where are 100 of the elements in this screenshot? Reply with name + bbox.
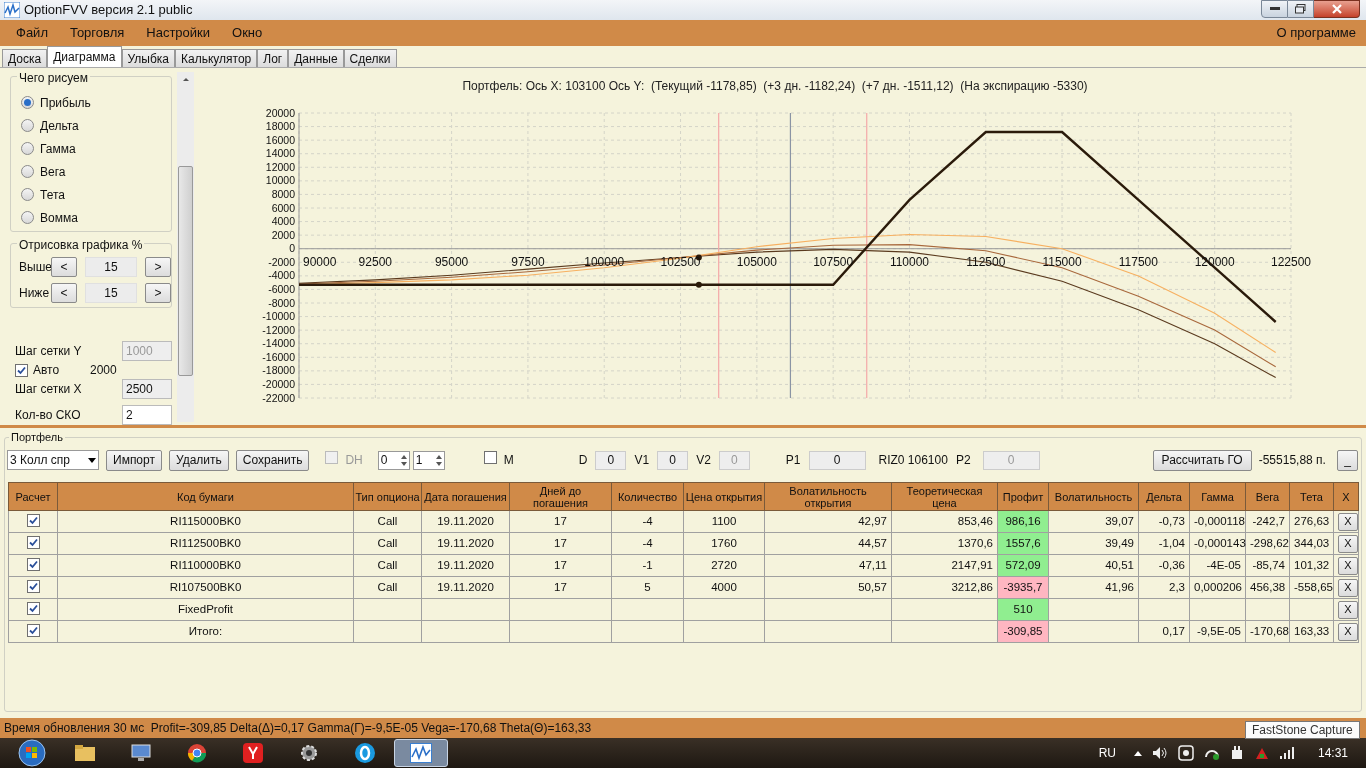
- decrease-button[interactable]: <: [51, 256, 77, 277]
- x-tick-label: 122500: [1271, 254, 1311, 269]
- remove-row-button[interactable]: X: [1338, 512, 1358, 531]
- radio-button[interactable]: [21, 188, 34, 201]
- tray-arrow-icon[interactable]: [1133, 750, 1142, 756]
- x-tick-label: 97500: [511, 254, 545, 269]
- start-button-icon[interactable]: [18, 739, 46, 767]
- x-tick-label: 115000: [1042, 254, 1082, 269]
- toolbar-button[interactable]: Сохранить: [235, 449, 310, 471]
- group-title: Портфель: [9, 429, 65, 446]
- spinner-field[interactable]: 0: [377, 450, 410, 470]
- table-cell: 41,96: [1105, 580, 1134, 593]
- tab[interactable]: Лог: [257, 49, 289, 67]
- calculate-button[interactable]: Рассчитать ГО: [1152, 449, 1252, 471]
- menu-item[interactable]: Торговля: [61, 23, 133, 43]
- remove-row-button[interactable]: X: [1338, 578, 1358, 597]
- app-logo-icon[interactable]: [410, 743, 432, 763]
- remove-row-button[interactable]: X: [1338, 556, 1358, 575]
- table-cell: 2,3: [1169, 580, 1185, 593]
- input-field[interactable]: 0: [808, 450, 866, 470]
- row-checkbox[interactable]: [26, 579, 40, 593]
- remove-row-button[interactable]: X: [1338, 534, 1358, 553]
- tab[interactable]: Сделки: [343, 49, 397, 67]
- row-checkbox[interactable]: [26, 601, 40, 615]
- close-button[interactable]: [1314, 0, 1360, 18]
- input-field[interactable]: 0: [595, 450, 627, 470]
- x-tick-label: 105000: [736, 254, 777, 269]
- input-field[interactable]: 2: [122, 405, 172, 425]
- decrease-button[interactable]: <: [51, 282, 77, 303]
- table-cell: 276,63: [1294, 514, 1330, 527]
- monitor-icon[interactable]: [131, 743, 151, 763]
- column-header[interactable]: Волатильность открытия: [766, 484, 890, 509]
- spinner-field[interactable]: 1: [412, 450, 445, 470]
- radio-button[interactable]: [21, 119, 34, 132]
- table-cell: Call: [377, 558, 398, 571]
- tab[interactable]: Улыбка: [121, 49, 176, 67]
- gear-icon[interactable]: [300, 744, 318, 762]
- maximize-button[interactable]: [1288, 0, 1314, 18]
- increase-button[interactable]: >: [145, 256, 171, 277]
- ring-app-icon[interactable]: [354, 742, 376, 764]
- minimize-icon: [1269, 7, 1280, 11]
- toolbar-button[interactable]: Импорт: [106, 449, 162, 471]
- radio-button[interactable]: [21, 211, 34, 224]
- x-tick-label: 95000: [434, 254, 469, 269]
- row-checkbox[interactable]: [26, 623, 40, 637]
- table-cell: 19.11.2020: [437, 536, 494, 549]
- plug-icon[interactable]: [1229, 745, 1244, 761]
- tab[interactable]: Данные: [288, 49, 344, 67]
- y-tick-label: -14000: [262, 337, 295, 350]
- column-header[interactable]: Теоретическая цена: [893, 484, 996, 509]
- clock[interactable]: 14:31: [1317, 744, 1348, 762]
- toolbar-button[interactable]: Удалить: [168, 449, 229, 471]
- language-indicator[interactable]: RU: [1098, 744, 1116, 762]
- table-cell: 40,51: [1105, 558, 1134, 571]
- menu-item[interactable]: О программе: [1276, 23, 1356, 43]
- tab[interactable]: Калькулятор: [175, 49, 258, 67]
- app-logo-icon: [4, 2, 20, 18]
- remove-row-button[interactable]: X: [1338, 600, 1358, 619]
- m-checkbox[interactable]: [483, 451, 497, 464]
- row-checkbox[interactable]: [26, 513, 40, 527]
- collapse-button[interactable]: _: [1337, 449, 1358, 471]
- y-tick-label: 10000: [265, 174, 295, 187]
- folder-icon[interactable]: [74, 744, 96, 762]
- table-cell: 344,03: [1294, 536, 1330, 549]
- scrollbar[interactable]: [177, 72, 194, 422]
- table-cell: 163,33: [1294, 624, 1330, 637]
- auto-checkbox[interactable]: [15, 363, 28, 377]
- menu-item[interactable]: Файл: [8, 23, 56, 43]
- radio-button[interactable]: [21, 165, 34, 178]
- tray-app-icon[interactable]: [1177, 745, 1194, 761]
- radio-button[interactable]: [21, 142, 34, 155]
- strategy-dropdown[interactable]: 3 Колл спр: [7, 450, 99, 470]
- increase-button[interactable]: >: [145, 282, 171, 303]
- radio-label: Вега: [40, 163, 66, 181]
- radio-label: Тета: [40, 186, 65, 204]
- minimize-button[interactable]: [1261, 0, 1288, 18]
- radio-label: Дельта: [40, 117, 79, 135]
- signal-icon[interactable]: [1279, 747, 1294, 759]
- maximize-icon: [1295, 4, 1306, 14]
- browser-icon[interactable]: [187, 743, 207, 763]
- field-label: Шаг сетки X: [14, 381, 82, 398]
- table-cell: RI115000BK0: [170, 514, 241, 527]
- table-cell: 2720: [711, 558, 737, 571]
- input-field[interactable]: 0: [657, 450, 689, 470]
- column-header[interactable]: Дней до погашения: [511, 484, 610, 509]
- row-checkbox[interactable]: [26, 535, 40, 549]
- menu-item[interactable]: Настройки: [138, 23, 219, 43]
- remove-row-button[interactable]: X: [1338, 622, 1358, 641]
- input-field[interactable]: 2500: [122, 379, 172, 399]
- table-cell: 0,000206: [1194, 580, 1242, 593]
- menu-item[interactable]: Окно: [224, 23, 271, 43]
- radio-button[interactable]: [21, 96, 34, 109]
- checkbox-label: M: [503, 452, 514, 469]
- row-checkbox[interactable]: [26, 557, 40, 571]
- table-cell: Call: [377, 580, 398, 593]
- speaker-icon[interactable]: [1151, 746, 1168, 760]
- tab[interactable]: Доска: [2, 49, 48, 67]
- table-cell: Call: [377, 536, 398, 549]
- square-app-icon[interactable]: [242, 742, 264, 764]
- tab[interactable]: Диаграмма: [47, 46, 122, 67]
